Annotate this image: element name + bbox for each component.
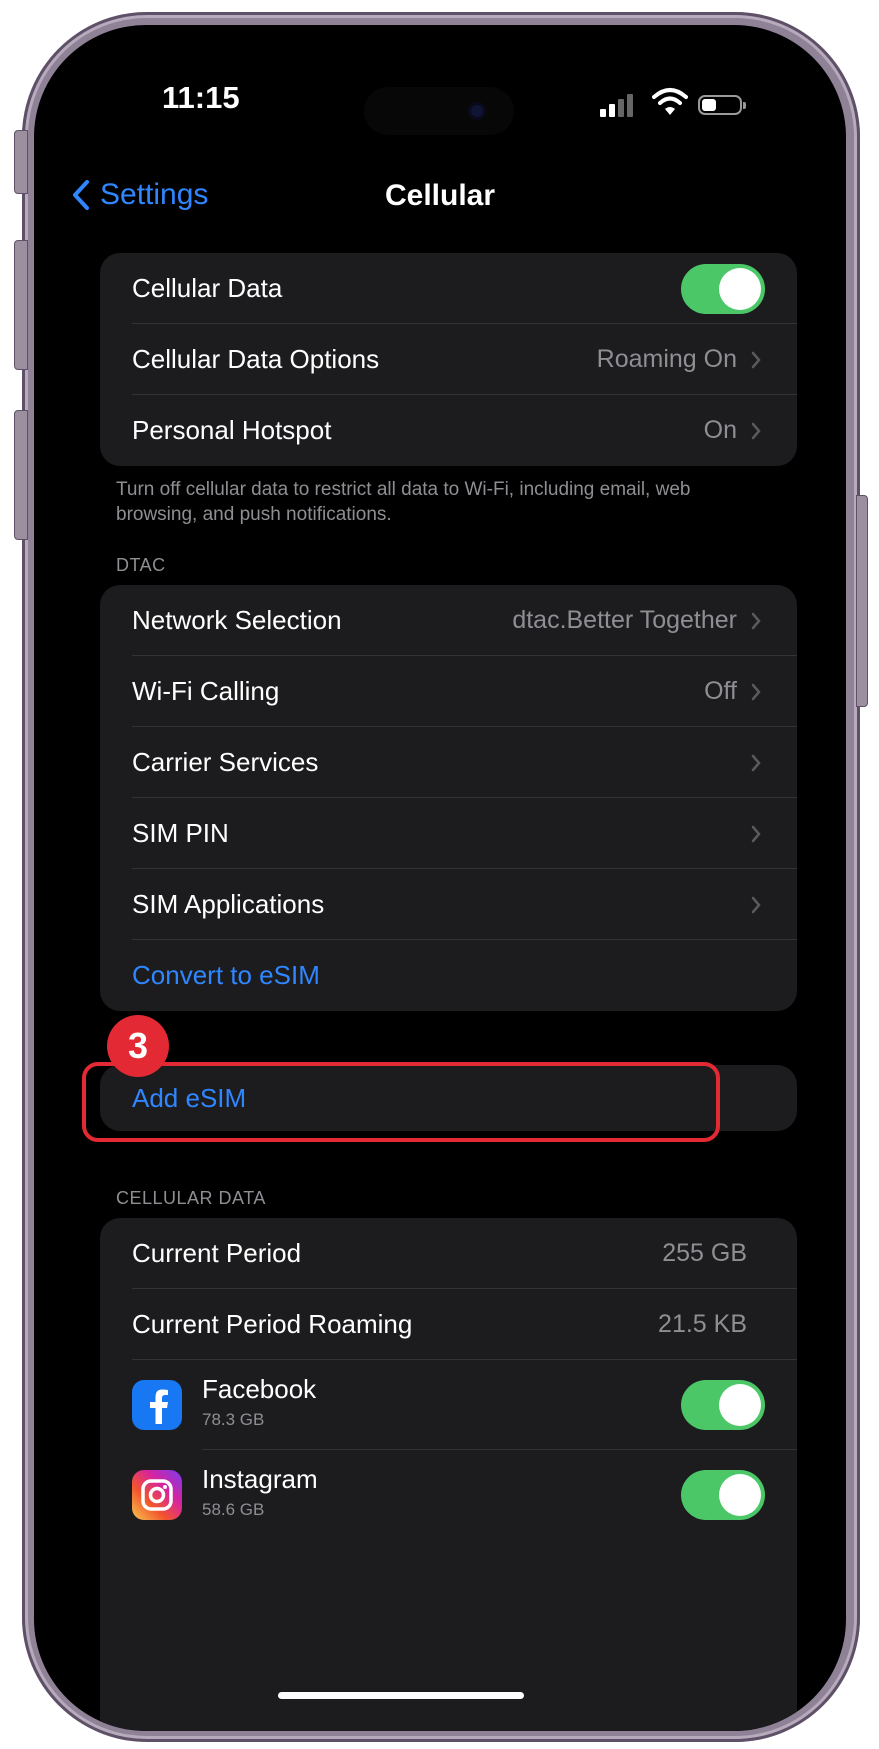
add-esim-row[interactable]: Add eSIM <box>100 1065 797 1131</box>
app-data-size: 58.6 GB <box>202 1500 265 1519</box>
cellular-data-label: Cellular Data <box>132 273 283 303</box>
sim-applications-row[interactable]: SIM Applications <box>100 869 797 940</box>
volume-up-button <box>14 240 28 370</box>
cellular-data-footer: Turn off cellular data to restrict all d… <box>116 479 691 525</box>
cellular-data-options-value: Roaming On <box>596 345 737 373</box>
chevron-right-icon <box>751 683 761 700</box>
screen: 11:15 Settings Cellular Cellular Data Ce… <box>34 25 846 1731</box>
current-period-value: 255 GB <box>662 1239 747 1267</box>
app-data-size: 78.3 GB <box>202 1410 265 1429</box>
chevron-right-icon <box>751 896 761 913</box>
instagram-cellular-toggle[interactable] <box>681 1470 765 1520</box>
carrier-services-row[interactable]: Carrier Services <box>100 727 797 798</box>
sim-pin-label: SIM PIN <box>132 818 229 848</box>
dynamic-island <box>364 87 514 135</box>
personal-hotspot-row[interactable]: Personal Hotspot On <box>100 395 797 466</box>
wifi-icon <box>652 88 688 115</box>
status-bar: 11:15 <box>34 25 846 155</box>
app-name: Facebook <box>202 1374 317 1404</box>
volume-down-button <box>14 410 28 540</box>
chevron-right-icon <box>751 351 761 368</box>
personal-hotspot-label: Personal Hotspot <box>132 415 332 445</box>
cellular-signal-icon <box>600 91 640 117</box>
cellular-data-toggle[interactable] <box>681 263 765 314</box>
convert-esim-link[interactable]: Convert to eSIM <box>132 960 320 991</box>
facebook-cellular-toggle[interactable] <box>681 1380 765 1430</box>
cellular-data-options-label: Cellular Data Options <box>132 344 380 374</box>
chevron-right-icon <box>751 612 761 629</box>
navigation-bar: Settings Cellular <box>34 165 846 225</box>
cellular-data-row: Cellular Data <box>100 253 797 324</box>
network-selection-row[interactable]: Network Selection dtac.Better Together <box>100 585 797 656</box>
carrier-services-label: Carrier Services <box>132 747 319 777</box>
current-period-label: Current Period <box>132 1238 302 1268</box>
app-row-facebook: Facebook 78.3 GB <box>100 1360 797 1450</box>
app-row-instagram: Instagram 58.6 GB <box>100 1450 797 1540</box>
sim-applications-label: SIM Applications <box>132 889 325 919</box>
instagram-icon <box>132 1470 182 1520</box>
camera-icon <box>468 102 486 120</box>
chevron-right-icon <box>751 754 761 771</box>
network-selection-value: dtac.Better Together <box>512 606 737 634</box>
cellular-data-usage-header: CELLULAR DATA <box>116 1188 266 1208</box>
dtac-settings-group: Network Selection dtac.Better Together W… <box>100 585 797 1011</box>
status-time: 11:15 <box>162 80 240 115</box>
add-esim-link[interactable]: Add eSIM <box>132 1083 246 1114</box>
sim-pin-row[interactable]: SIM PIN <box>100 798 797 869</box>
wifi-calling-label: Wi-Fi Calling <box>132 676 280 706</box>
wifi-calling-row[interactable]: Wi-Fi Calling Off <box>100 656 797 727</box>
step-number-badge: 3 <box>107 1015 169 1077</box>
add-esim-group: Add eSIM <box>100 1065 797 1131</box>
app-name: Instagram <box>202 1464 318 1494</box>
chevron-right-icon <box>751 422 761 439</box>
cellular-settings-group: Cellular Data Cellular Data Options Roam… <box>100 253 797 466</box>
current-period-roaming-value: 21.5 KB <box>658 1310 747 1338</box>
convert-esim-row[interactable]: Convert to eSIM <box>100 940 797 1011</box>
dtac-section-header: DTAC <box>116 555 166 575</box>
wifi-calling-value: Off <box>704 677 737 705</box>
personal-hotspot-value: On <box>703 416 737 444</box>
chevron-right-icon <box>751 825 761 842</box>
facebook-icon <box>132 1380 182 1430</box>
current-period-roaming-row: Current Period Roaming 21.5 KB <box>100 1289 797 1360</box>
current-period-row: Current Period 255 GB <box>100 1218 797 1289</box>
side-button <box>856 495 868 707</box>
home-indicator[interactable] <box>278 1692 524 1699</box>
network-selection-label: Network Selection <box>132 605 342 635</box>
current-period-roaming-label: Current Period Roaming <box>132 1309 413 1339</box>
cellular-data-options-row[interactable]: Cellular Data Options Roaming On <box>100 324 797 395</box>
action-button <box>14 130 28 194</box>
cellular-data-usage-group: Current Period 255 GB Current Period Roa… <box>100 1218 797 1731</box>
battery-icon <box>698 95 746 115</box>
page-title: Cellular <box>384 179 496 212</box>
